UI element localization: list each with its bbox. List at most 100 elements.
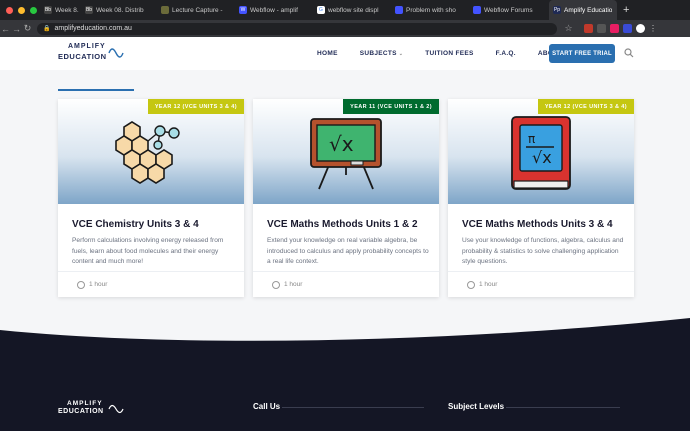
nav-home[interactable]: HOME <box>317 50 338 57</box>
reload-icon[interactable]: ↻ <box>22 23 33 34</box>
footer-heading-call-us: Call Us <box>253 402 281 411</box>
logo-wave-icon <box>108 404 124 414</box>
tab-label: Amplify Educatio <box>564 6 613 14</box>
browser-tab-active[interactable]: Pp Amplify Educatio <box>549 0 617 20</box>
course-image: YEAR 12 (VCE UNITS 3 & 4) <box>58 99 244 204</box>
nav-subjects[interactable]: SUBJECTS ⌄ <box>360 50 404 57</box>
duration-text: 1 hour <box>89 281 108 288</box>
menu-kebab-icon[interactable]: ⋮ <box>649 24 657 33</box>
tab-favicon-icon: W <box>239 6 247 14</box>
url-text: amplifyeducation.com.au <box>54 25 132 32</box>
browser-tab[interactable]: Webflow Forums <box>469 0 549 20</box>
course-description: Extend your knowledge on real variable a… <box>267 237 429 265</box>
duration-text: 1 hour <box>479 281 498 288</box>
tab-favicon-icon: G <box>317 6 325 14</box>
lock-icon: 🔒 <box>43 26 51 32</box>
course-title[interactable]: VCE Maths Methods Units 1 & 2 <box>267 219 418 230</box>
course-description: Perform calculations involving energy re… <box>72 237 224 265</box>
course-title[interactable]: VCE Chemistry Units 3 & 4 <box>72 219 199 230</box>
svg-text:π: π <box>528 132 535 146</box>
bookmark-star-icon[interactable]: ☆ <box>563 23 574 34</box>
logo-text-top: AMPLIFY <box>68 43 106 50</box>
logo-wave-icon <box>108 48 124 58</box>
new-tab-button[interactable]: + <box>623 4 629 16</box>
minimize-window-button[interactable] <box>18 6 25 14</box>
tab-favicon-icon <box>395 6 403 14</box>
duration-text: 1 hour <box>284 281 303 288</box>
clock-icon <box>467 280 475 289</box>
browser-tab[interactable]: Lecture Capture - <box>157 0 235 20</box>
course-title[interactable]: VCE Maths Methods Units 3 & 4 <box>462 219 613 230</box>
footer-divider <box>506 407 620 408</box>
clock-icon <box>272 280 280 289</box>
clock-icon <box>77 280 85 289</box>
footer-wave <box>0 318 690 350</box>
url-bar[interactable]: 🔒 amplifyeducation.com.au <box>37 22 557 35</box>
tab-label: Week 8. Distribu <box>55 6 81 14</box>
nav-label: TUITION FEES <box>425 50 474 57</box>
browser-tab[interactable]: W Webflow - amplif <box>235 0 313 20</box>
back-icon[interactable]: ← <box>0 24 11 34</box>
browser-tab[interactable]: Problem with sho <box>391 0 469 20</box>
nav-label: SUBJECTS <box>359 50 397 57</box>
extension-icon[interactable] <box>584 24 593 33</box>
course-card[interactable]: π √x YEAR 12 (VCE UNITS 3 & 4) VCE Maths… <box>448 99 634 297</box>
course-card[interactable]: YEAR 12 (VCE UNITS 3 & 4) VCE Chemistry … <box>58 99 244 297</box>
molecule-icon <box>115 121 180 184</box>
section-underline <box>58 89 134 91</box>
window-controls <box>0 6 40 14</box>
tab-label: webflow site displ <box>328 6 379 14</box>
footer-logo[interactable]: AMPLIFY EDUCATION <box>58 400 138 420</box>
browser-tab[interactable]: BbWeek 8. Distribu <box>40 0 81 20</box>
tab-label: Week 08. Distrib <box>96 6 144 14</box>
start-free-trial-button[interactable]: START FREE TRIAL <box>549 44 615 63</box>
chalkboard-sqrt-icon: √x <box>310 118 382 190</box>
tab-strip: BbWeek 8. Distribu BbWeek 08. Distrib Le… <box>0 0 690 20</box>
math-book-icon: π √x <box>511 116 571 190</box>
course-image: π √x YEAR 12 (VCE UNITS 3 & 4) <box>448 99 634 204</box>
svg-text:√x: √x <box>329 132 354 156</box>
logo-text-bottom: EDUCATION <box>58 52 107 61</box>
year-badge: YEAR 12 (VCE UNITS 3 & 4) <box>537 99 634 114</box>
extensions: ⋮ <box>584 24 657 33</box>
maximize-window-button[interactable] <box>30 6 37 14</box>
tab-label: Problem with sho <box>406 6 456 14</box>
tab-label: Webflow - amplif <box>250 6 298 14</box>
logo-text-top: AMPLIFY <box>67 400 103 407</box>
browser-tab[interactable]: Bb Week 08. Distrib <box>81 0 157 20</box>
course-description: Use your knowledge of functions, algebra… <box>462 237 624 265</box>
close-window-button[interactable] <box>6 6 13 14</box>
site-header: AMPLIFY EDUCATION HOME SUBJECTS ⌄ TUITION… <box>0 37 690 70</box>
year-badge: YEAR 12 (VCE UNITS 3 & 4) <box>147 99 244 114</box>
year-badge: YEAR 11 (VCE UNITS 1 & 2) <box>343 99 439 114</box>
tab-favicon-icon <box>161 6 169 14</box>
course-image: √x YEAR 11 (VCE UNITS 1 & 2) <box>253 99 439 204</box>
extension-icon[interactable] <box>623 24 632 33</box>
svg-text:√x: √x <box>532 148 552 167</box>
footer-heading-subject-levels: Subject Levels <box>448 402 505 411</box>
profile-avatar[interactable] <box>636 24 645 33</box>
nav-label: HOME <box>317 50 338 57</box>
browser-tab[interactable]: Gwebflow site displ <box>313 0 391 20</box>
tab-favicon-icon: Pp <box>553 6 561 14</box>
tab-label: Webflow Forums <box>484 6 533 14</box>
extension-icon[interactable] <box>597 24 606 33</box>
tab-label: Lecture Capture - <box>172 6 223 14</box>
nav-faq[interactable]: F.A.Q. <box>496 50 516 57</box>
browser-chrome: BbWeek 8. Distribu BbWeek 08. Distrib Le… <box>0 0 690 37</box>
site-logo[interactable]: AMPLIFY EDUCATION <box>58 43 128 65</box>
forward-icon[interactable]: → <box>11 24 22 34</box>
search-icon[interactable] <box>624 48 634 58</box>
site-footer: AMPLIFY EDUCATION Call Us Subject Levels <box>0 345 690 431</box>
chevron-down-icon: ⌄ <box>398 51 404 57</box>
extension-icon[interactable] <box>610 24 619 33</box>
tab-favicon-icon: Bb <box>85 6 93 14</box>
course-card[interactable]: √x YEAR 11 (VCE UNITS 1 & 2) VCE Maths M… <box>253 99 439 297</box>
footer-divider <box>282 407 424 408</box>
nav-label: F.A.Q. <box>495 50 516 57</box>
address-bar-row: ← → ↻ 🔒 amplifyeducation.com.au ☆ ⋮ <box>0 20 690 37</box>
logo-text-bottom: EDUCATION <box>58 408 104 415</box>
tab-favicon-icon: Bb <box>44 6 52 14</box>
tab-favicon-icon <box>473 6 481 14</box>
nav-tuition-fees[interactable]: TUITION FEES <box>425 50 473 57</box>
